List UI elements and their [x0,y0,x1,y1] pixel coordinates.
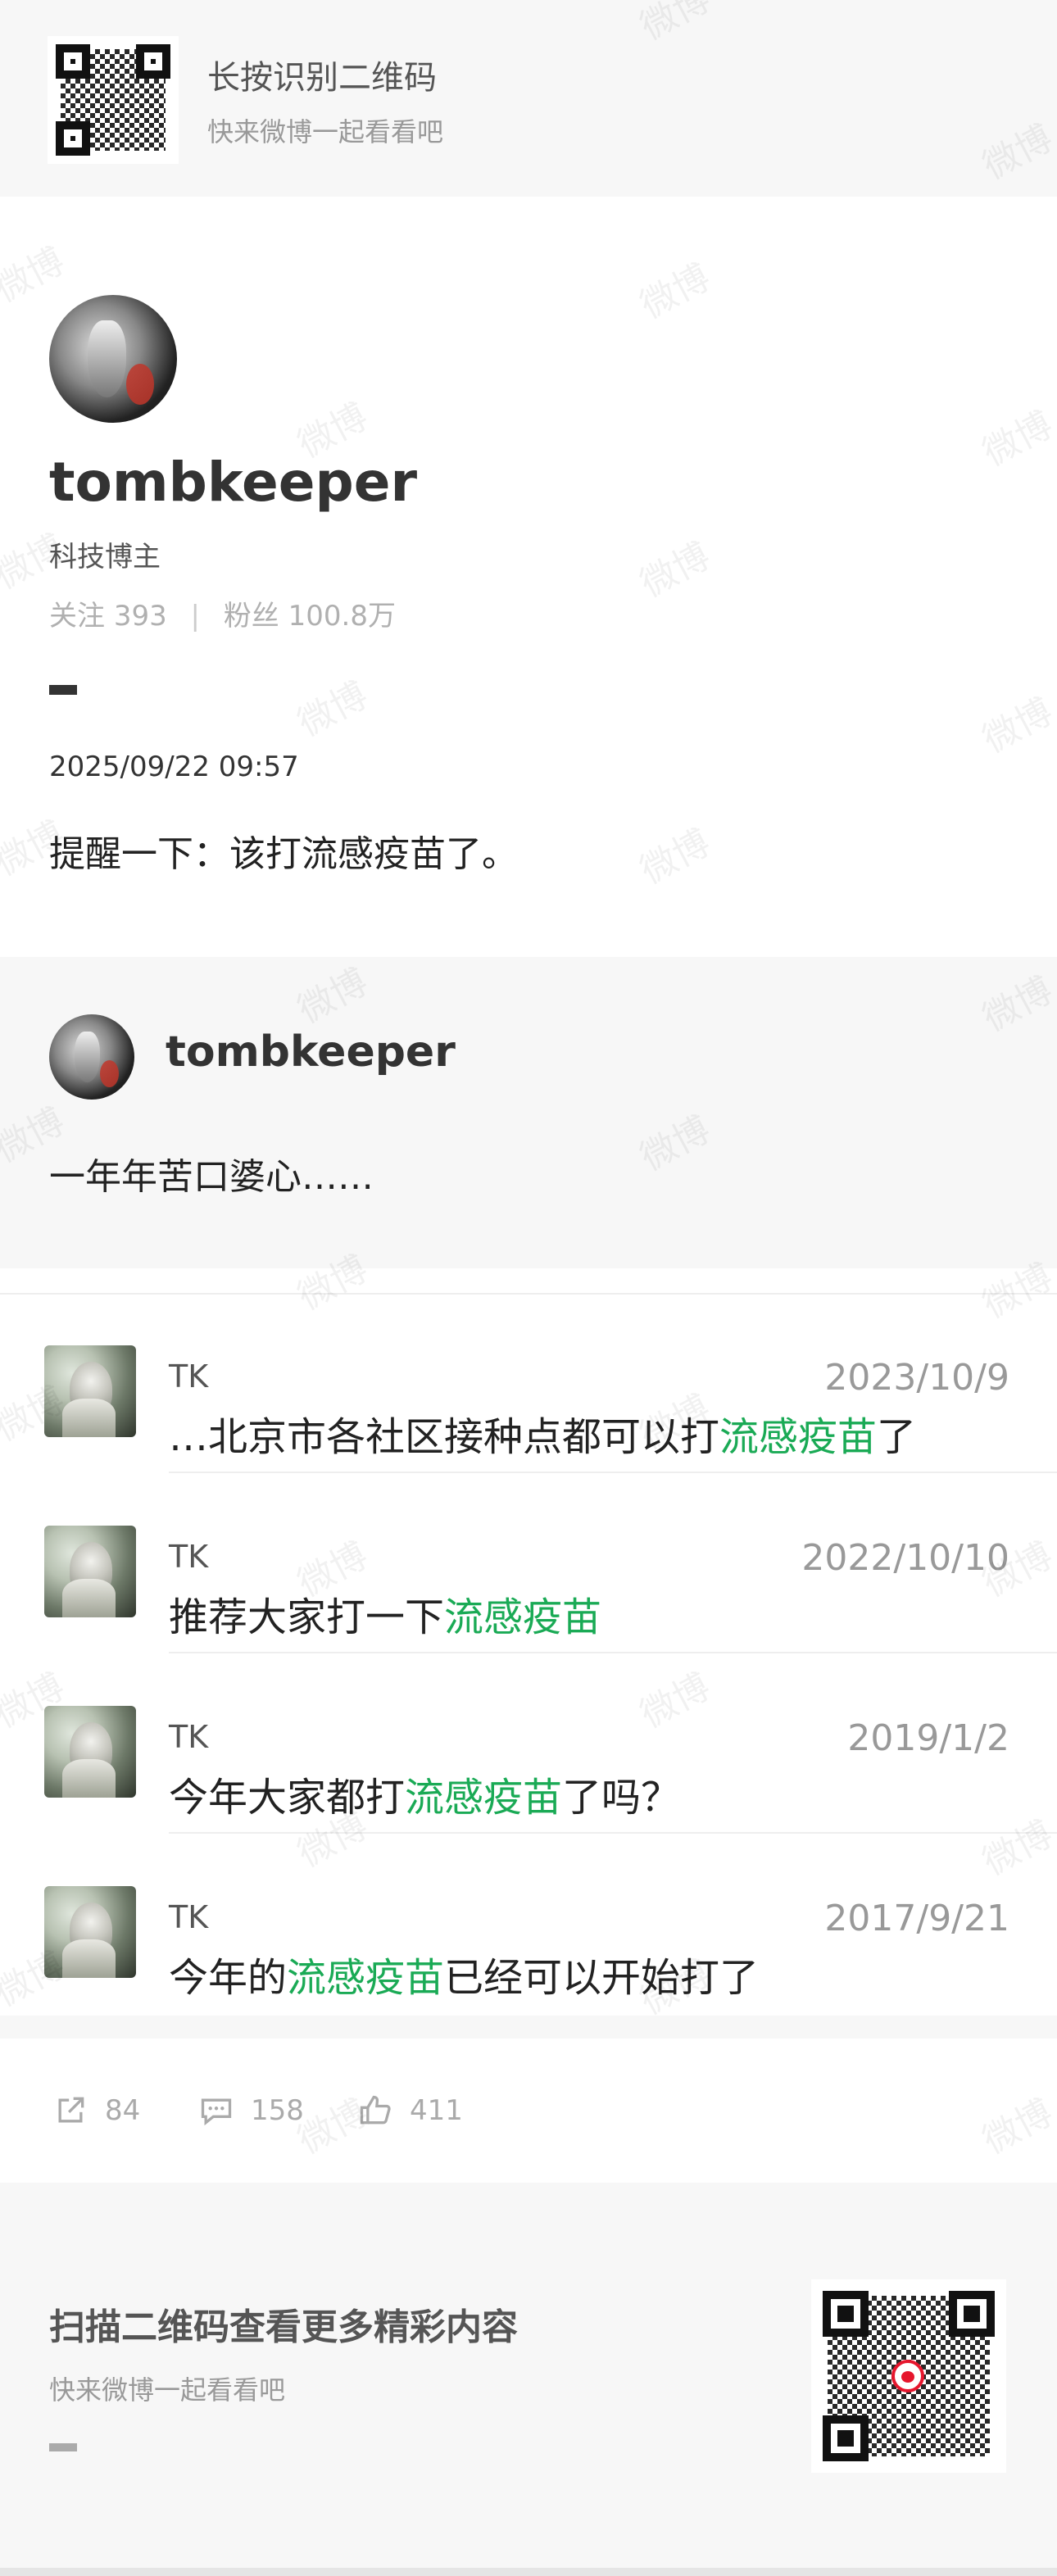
text-segment: 已经可以开始打了 [444,1955,760,2001]
keyword-highlight[interactable]: 流感疫苗 [405,1775,562,1821]
post-card: tombkeeper 科技博主 关注 393 | 粉丝 100.8万 2025/… [0,197,1057,957]
qr-subtitle: 快来微博一起看看吧 [207,116,444,147]
qr-code-icon[interactable] [48,36,179,164]
share-button[interactable]: 84 [52,2091,140,2130]
divider-dash [49,2443,77,2451]
like-button[interactable]: 411 [357,2091,463,2130]
list-item-date: 2019/1/2 [847,1717,1009,1759]
repost-text: 一年年苦口婆心…… [49,1156,374,1198]
qr-banner[interactable]: 长按识别二维码 快来微博一起看看吧 [0,0,1057,197]
divider-dash [49,685,77,695]
comment-count: 158 [251,2094,304,2127]
list-item-author: TK [169,1358,209,1395]
fans-count: 100.8万 [288,600,396,633]
footer: 扫描二维码查看更多精彩内容 快来微博一起看看吧 [0,2183,1057,2576]
list-item-text: 推荐大家打一下流感疫苗 [169,1585,601,1642]
share-icon [58,2097,84,2123]
qr-code-icon[interactable] [811,2279,1006,2473]
text-segment: 推荐大家打一下 [169,1594,445,1640]
list-item-date: 2023/10/9 [824,1357,1009,1399]
list-item-author: TK [169,1899,209,1935]
embedded-post-list: TK 2023/10/9 …北京市各社区接种点都可以打流感疫苗了 TK 2022… [0,1268,1057,2016]
list-item[interactable]: TK 2022/10/10 推荐大家打一下流感疫苗 [0,1473,1057,1653]
list-item[interactable]: TK 2017/9/21 今年的流感疫苗已经可以开始打了 [0,1834,1057,2014]
avatar[interactable] [44,1886,136,1978]
text-segment: 今年大家都打 [169,1775,406,1821]
fans-label: 粉丝 [223,600,279,633]
avatar[interactable] [49,295,177,423]
divider: | [190,600,200,633]
text-segment: 了 [877,1414,917,1460]
like-count: 411 [410,2094,463,2127]
text-segment: …北京市各社区接种点都可以打 [169,1414,720,1460]
follow-label: 关注 [49,600,105,633]
avatar[interactable] [49,1014,134,1100]
text-segment: 今年的 [169,1955,288,2001]
share-count: 84 [105,2094,141,2127]
follow-stats: 关注 393 | 粉丝 100.8万 [49,593,396,633]
list-item-text: 今年大家都打流感疫苗了吗？ [169,1765,680,1822]
footer-title: 扫描二维码查看更多精彩内容 [49,2306,518,2348]
comment-button[interactable]: 158 [198,2091,304,2130]
author-name[interactable]: tombkeeper [49,451,417,514]
keyword-highlight[interactable]: 流感疫苗 [719,1414,877,1460]
list-item[interactable]: TK 2019/1/2 今年大家都打流感疫苗了吗？ [0,1653,1057,1834]
post-text: 提醒一下：该打流感疫苗了。 [49,833,518,875]
author-badge: 科技博主 [49,541,161,574]
page: 长按识别二维码 快来微博一起看看吧 tombkeeper 科技博主 关注 393… [0,0,1057,2576]
list-item-text: …北京市各社区接种点都可以打流感疫苗了 [169,1404,916,1462]
text-segment: 了吗？ [562,1775,681,1821]
repost-author-name[interactable]: tombkeeper [166,1027,456,1077]
action-bar: 84 158 411 [0,2039,1057,2183]
post-date: 2025/09/22 09:57 [49,751,299,783]
like-icon [360,2095,391,2125]
bottom-bar [0,2568,1057,2576]
footer-subtitle: 快来微博一起看看吧 [49,2374,286,2406]
list-item-author: TK [169,1719,209,1755]
weibo-logo-icon [891,2360,924,2392]
list-item-date: 2017/9/21 [824,1898,1009,1939]
comment-icon [201,2098,232,2126]
repost-section: tombkeeper 一年年苦口婆心…… [0,957,1057,1268]
keyword-highlight[interactable]: 流感疫苗 [287,1955,444,2001]
follow-count: 393 [113,600,167,633]
list-item-text: 今年的流感疫苗已经可以开始打了 [169,1945,759,2002]
qr-title: 长按识别二维码 [207,59,437,97]
list-item[interactable]: TK 2023/10/9 …北京市各社区接种点都可以打流感疫苗了 [0,1293,1057,1473]
avatar[interactable] [44,1526,136,1617]
avatar[interactable] [44,1345,136,1437]
keyword-highlight[interactable]: 流感疫苗 [444,1594,601,1640]
list-item-author: TK [169,1539,209,1575]
list-item-date: 2022/10/10 [801,1537,1009,1579]
avatar[interactable] [44,1706,136,1798]
